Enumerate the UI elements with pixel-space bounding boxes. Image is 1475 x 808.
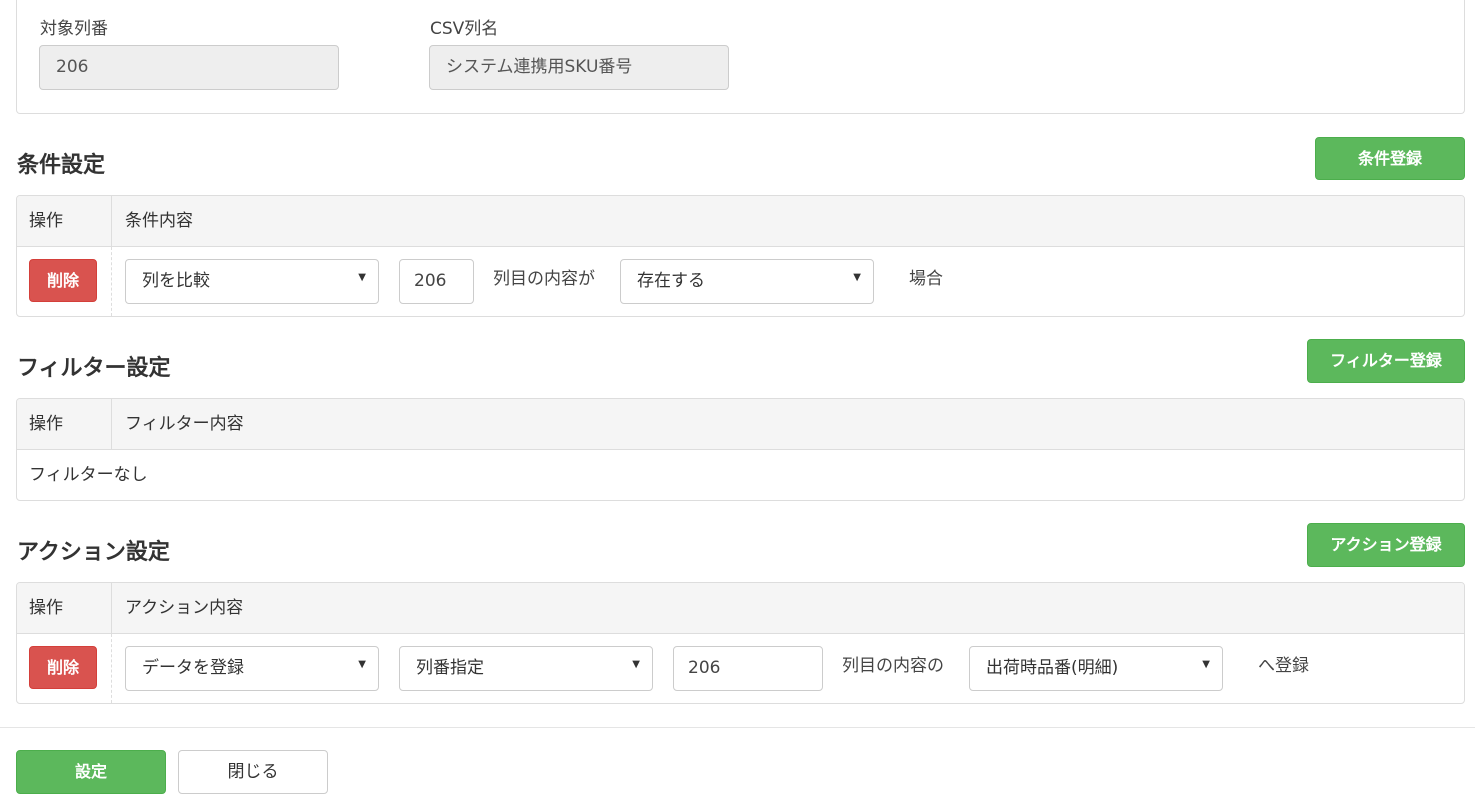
action-mode-select[interactable]: 列番指定 ▼: [399, 646, 653, 691]
filter-header-content: フィルター内容: [125, 414, 244, 434]
chevron-down-icon: ▼: [1202, 659, 1210, 670]
target-column-panel: 対象列番 206 CSV列名 システム連携用SKU番号: [16, 0, 1465, 114]
condition-header-content: 条件内容: [125, 211, 193, 231]
action-type-select[interactable]: データを登録 ▼: [125, 646, 379, 691]
chevron-down-icon: ▼: [358, 659, 366, 670]
condition-type-value: 列を比較: [142, 271, 210, 291]
action-register-button[interactable]: アクション登録: [1307, 523, 1465, 567]
action-delete-button[interactable]: 削除: [29, 646, 97, 689]
filter-empty-text: フィルターなし: [29, 465, 148, 485]
action-table: 操作 アクション内容 削除 データを登録 ▼ 列番指定 ▼ 206 列目の内容の…: [16, 582, 1465, 704]
condition-op-cell: 削除: [17, 247, 112, 316]
action-mode-value: 列番指定: [416, 658, 484, 678]
action-header-content: アクション内容: [125, 598, 244, 618]
footer-divider: [0, 727, 1475, 728]
condition-table-header: 操作 条件内容: [17, 196, 1464, 247]
action-text-1: 列目の内容の: [842, 656, 944, 676]
action-text-2: へ登録: [1258, 656, 1309, 676]
action-row: 削除 データを登録 ▼ 列番指定 ▼ 206 列目の内容の 出荷時品番(明細) …: [17, 634, 1464, 703]
action-target-value: 出荷時品番(明細): [986, 658, 1119, 678]
condition-table: 操作 条件内容 削除 列を比較 ▼ 206 列目の内容が 存在する ▼ 場合: [16, 195, 1465, 317]
chevron-down-icon: ▼: [853, 272, 861, 283]
action-type-value: データを登録: [142, 658, 244, 678]
condition-section-title: 条件設定: [17, 153, 106, 178]
condition-type-select[interactable]: 列を比較 ▼: [125, 259, 379, 304]
chevron-down-icon: ▼: [358, 272, 366, 283]
condition-column-input[interactable]: 206: [399, 259, 474, 304]
column-number-label: 対象列番: [40, 19, 108, 39]
action-table-header: 操作 アクション内容: [17, 583, 1464, 634]
filter-table: 操作 フィルター内容 フィルターなし: [16, 398, 1465, 501]
condition-text-1: 列目の内容が: [493, 269, 595, 289]
condition-register-button[interactable]: 条件登録: [1315, 137, 1465, 180]
filter-header-op: 操作: [17, 399, 112, 449]
action-column-input[interactable]: 206: [673, 646, 823, 691]
csv-column-label: CSV列名: [430, 19, 499, 39]
condition-header-op: 操作: [17, 196, 112, 246]
filter-section-title: フィルター設定: [17, 356, 171, 381]
close-button[interactable]: 閉じる: [178, 750, 328, 794]
csv-column-field: システム連携用SKU番号: [429, 45, 729, 90]
filter-register-button[interactable]: フィルター登録: [1307, 339, 1465, 383]
submit-button[interactable]: 設定: [16, 750, 166, 794]
chevron-down-icon: ▼: [632, 659, 640, 670]
filter-table-header: 操作 フィルター内容: [17, 399, 1464, 450]
condition-delete-button[interactable]: 削除: [29, 259, 97, 302]
condition-text-2: 場合: [909, 269, 943, 289]
action-op-cell: 削除: [17, 634, 112, 703]
condition-operator-select[interactable]: 存在する ▼: [620, 259, 874, 304]
condition-row: 削除 列を比較 ▼ 206 列目の内容が 存在する ▼ 場合: [17, 247, 1464, 316]
condition-operator-value: 存在する: [637, 271, 705, 291]
column-number-field: 206: [39, 45, 339, 90]
action-section-title: アクション設定: [17, 540, 170, 565]
action-header-op: 操作: [17, 583, 112, 633]
action-target-select[interactable]: 出荷時品番(明細) ▼: [969, 646, 1223, 691]
